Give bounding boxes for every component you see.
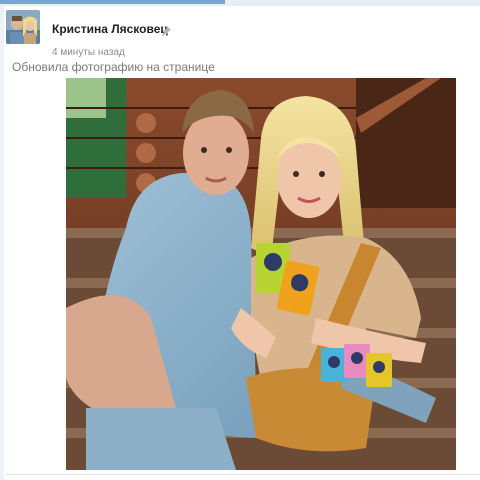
post-divider [6,474,480,475]
top-accent-bar [0,0,225,4]
author-name[interactable]: Кристина Лясковец [52,22,168,36]
post-time[interactable]: 4 минуты назад [52,47,125,58]
left-gutter [0,6,4,480]
pin-icon [161,23,171,36]
avatar[interactable] [6,10,40,44]
post-photo[interactable] [66,78,456,470]
top-progress-rule [0,0,480,6]
post-action-text: Обновила фотографию на странице [12,60,215,74]
post-header: Кристина Лясковец 4 минуты назад [6,10,306,58]
